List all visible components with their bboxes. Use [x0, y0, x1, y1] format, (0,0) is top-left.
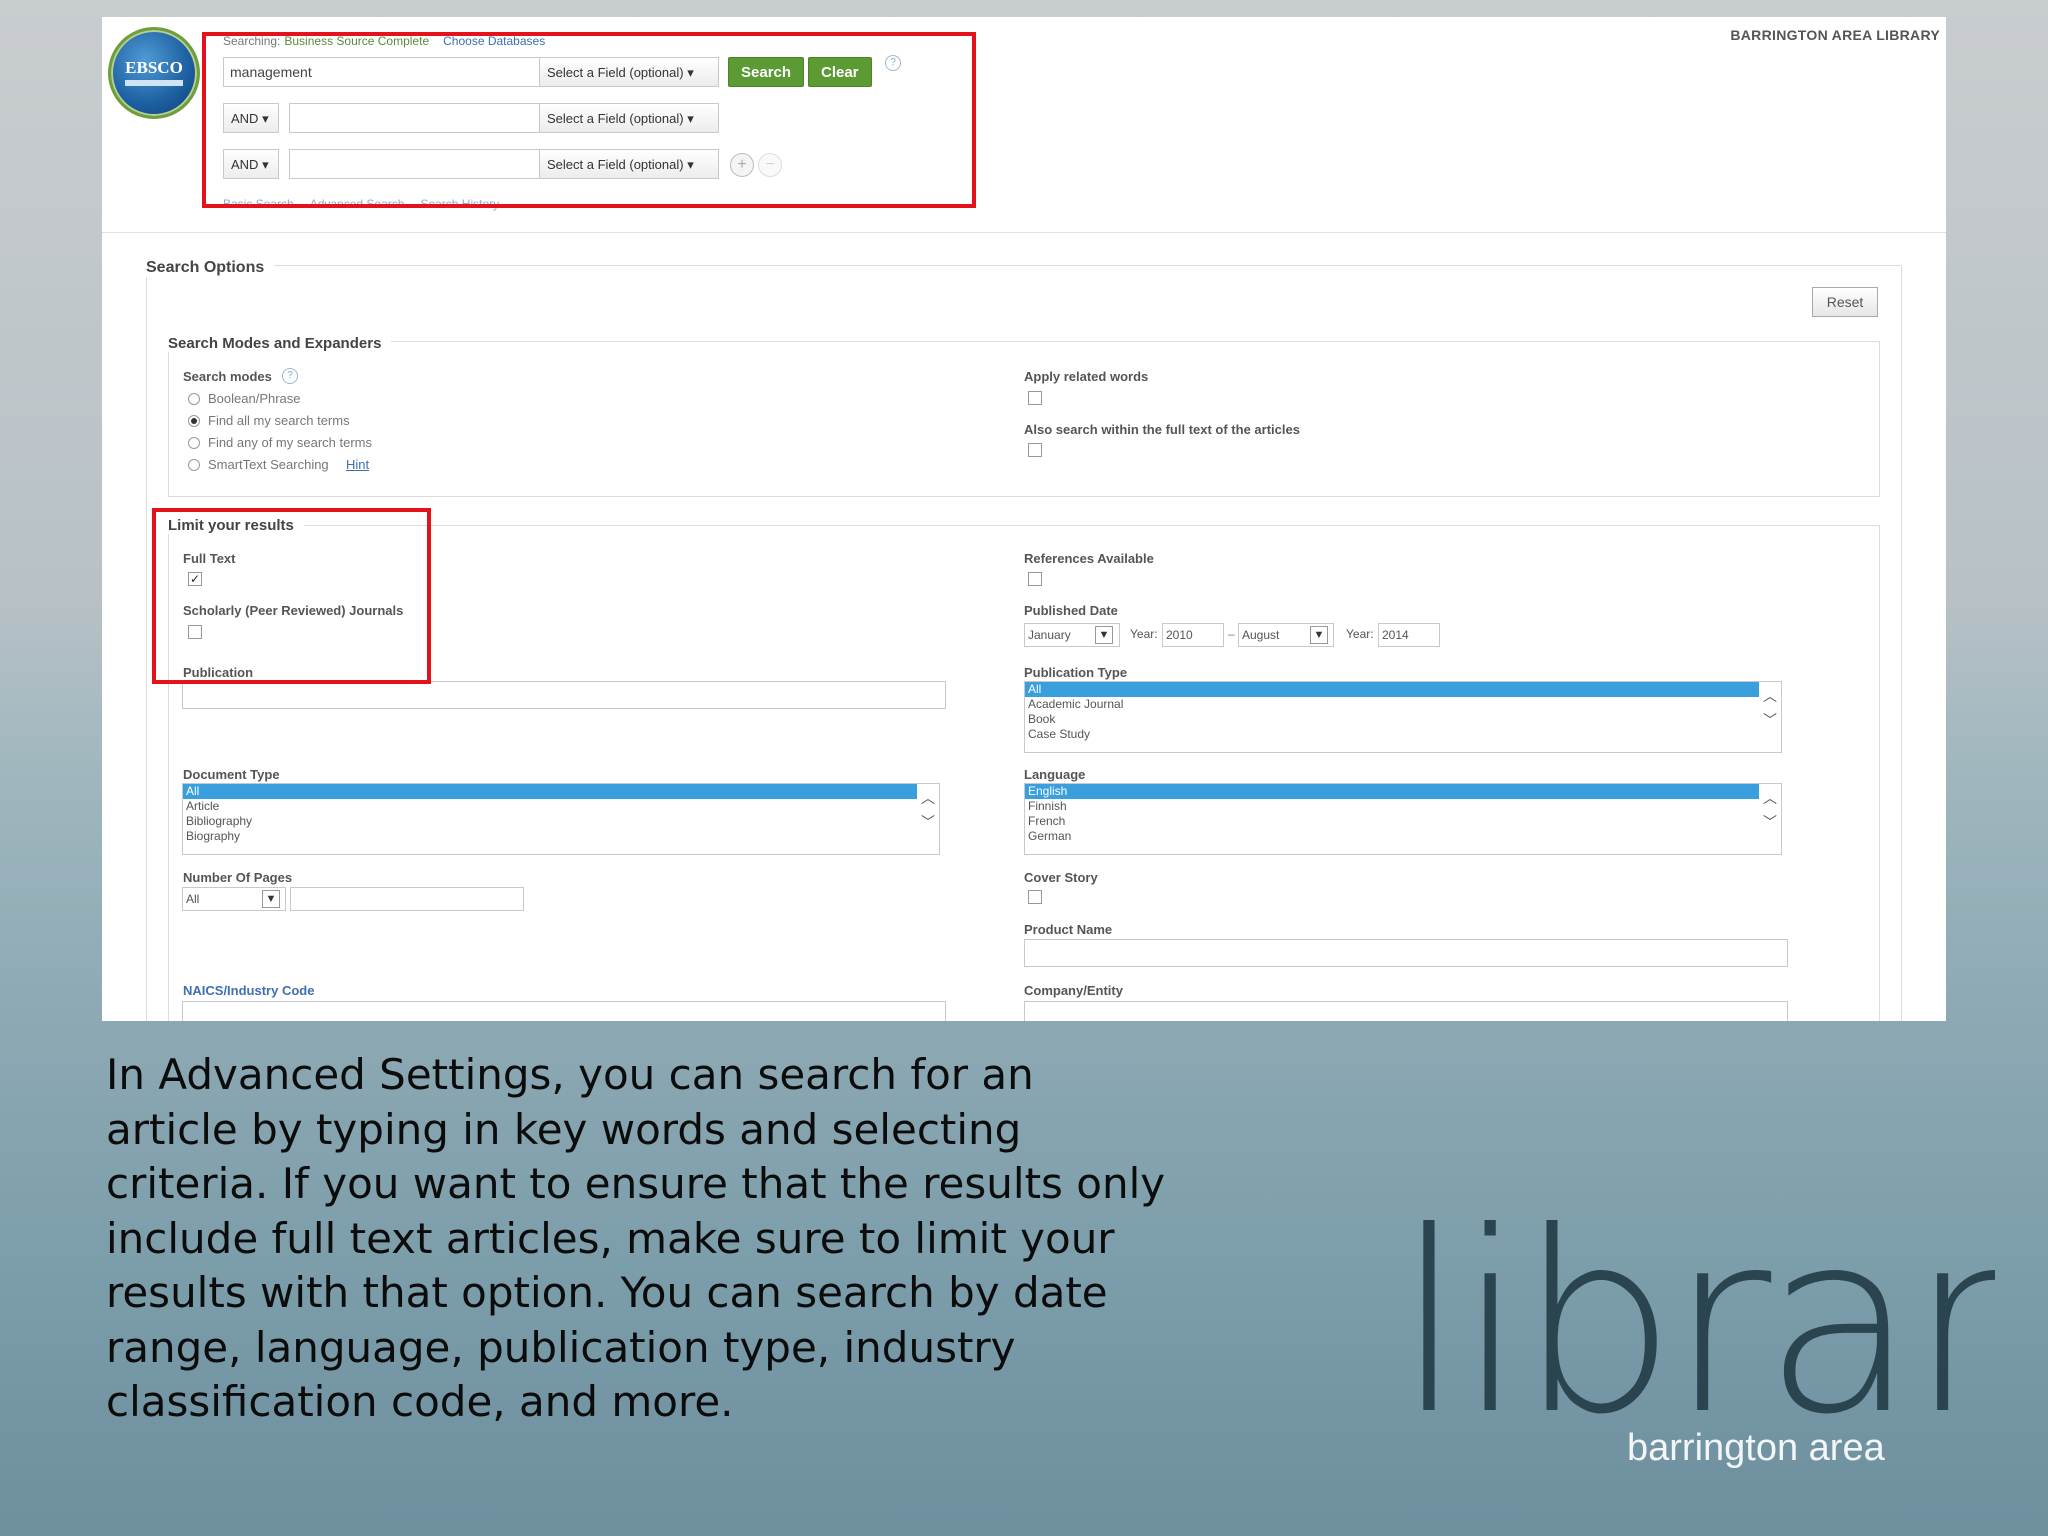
document-type-list[interactable]: All Article Bibliography Biography ︿ ﹀: [182, 783, 940, 855]
brand-subtitle: barrington area: [1627, 1427, 1886, 1469]
mode-find-any-label: Find any of my search terms: [208, 435, 372, 450]
to-year-input[interactable]: 2014: [1378, 623, 1440, 647]
list-item[interactable]: Bibliography: [183, 814, 917, 829]
list-item[interactable]: Finnish: [1025, 799, 1759, 814]
scroll-arrows-icon[interactable]: ︿ ﹀: [1761, 684, 1779, 732]
search-highlight-box: [202, 32, 976, 208]
publication-input[interactable]: [182, 681, 946, 709]
list-item[interactable]: Article: [183, 799, 917, 814]
date-dash: –: [1228, 627, 1235, 641]
from-month-dropdown-icon[interactable]: ▼: [1095, 626, 1113, 644]
barrington-library-logo: library barrington area: [1395, 1180, 1995, 1469]
product-name-input[interactable]: [1024, 939, 1788, 967]
list-item[interactable]: All: [1025, 682, 1759, 697]
radio-boolean[interactable]: [188, 393, 200, 405]
references-checkbox[interactable]: [1028, 572, 1042, 586]
pages-dropdown-icon[interactable]: ▼: [262, 890, 280, 908]
limits-highlight-box: [152, 508, 431, 684]
document-type-label: Document Type: [183, 767, 280, 782]
list-item[interactable]: All: [183, 784, 917, 799]
scroll-arrows-icon[interactable]: ︿ ﹀: [919, 786, 937, 834]
from-year-label: Year:: [1130, 627, 1158, 641]
cover-story-label: Cover Story: [1024, 870, 1098, 885]
scroll-arrows-icon[interactable]: ︿ ﹀: [1761, 786, 1779, 834]
apply-related-label: Apply related words: [1024, 369, 1149, 384]
search-header: EBSCO BARRINGTON AREA LIBRARY Searching:…: [102, 17, 1946, 233]
list-item[interactable]: Book: [1025, 712, 1759, 727]
search-options-title: Search Options: [146, 259, 275, 277]
list-item[interactable]: Academic Journal: [1025, 697, 1759, 712]
product-name-label: Product Name: [1024, 922, 1113, 937]
company-label: Company/Entity: [1024, 983, 1123, 998]
to-month-value: August: [1242, 628, 1280, 642]
naics-link[interactable]: NAICS/Industry Code: [183, 983, 314, 998]
list-item[interactable]: English: [1025, 784, 1759, 799]
ebsco-screenshot: EBSCO BARRINGTON AREA LIBRARY Searching:…: [102, 17, 1946, 1021]
pages-value: All: [186, 892, 200, 906]
list-item[interactable]: Biography: [183, 829, 917, 844]
list-item[interactable]: Case Study: [1025, 727, 1759, 742]
to-year-label: Year:: [1346, 627, 1374, 641]
reset-button[interactable]: Reset: [1812, 287, 1878, 317]
to-month-dropdown-icon[interactable]: ▼: [1310, 626, 1328, 644]
radio-smarttext[interactable]: [188, 459, 200, 471]
pages-input[interactable]: [290, 887, 524, 911]
company-input[interactable]: [1024, 1001, 1788, 1021]
references-label: References Available: [1024, 551, 1154, 566]
radio-find-any[interactable]: [188, 437, 200, 449]
apply-related-checkbox[interactable]: [1028, 391, 1042, 405]
from-year-input[interactable]: 2010: [1162, 623, 1224, 647]
list-item[interactable]: German: [1025, 829, 1759, 844]
modes-help-icon[interactable]: ?: [282, 368, 298, 384]
search-modes-title: Search Modes and Expanders: [168, 335, 392, 352]
slide-caption: In Advanced Settings, you can search for…: [106, 1050, 1166, 1426]
language-label: Language: [1024, 767, 1086, 782]
hint-link[interactable]: Hint: [346, 457, 369, 472]
naics-input[interactable]: [182, 1001, 946, 1021]
also-search-label: Also search within the full text of the …: [1024, 422, 1300, 437]
cover-story-checkbox[interactable]: [1028, 890, 1042, 904]
publication-type-label: Publication Type: [1024, 665, 1128, 680]
also-search-checkbox[interactable]: [1028, 443, 1042, 457]
list-item[interactable]: French: [1025, 814, 1759, 829]
language-list[interactable]: English Finnish French German ︿ ﹀: [1024, 783, 1782, 855]
search-modes-label: Search modes: [183, 369, 272, 384]
mode-boolean-label: Boolean/Phrase: [208, 391, 301, 406]
publication-type-list[interactable]: All Academic Journal Book Case Study ︿ ﹀: [1024, 681, 1782, 753]
published-date-label: Published Date: [1024, 603, 1118, 618]
radio-find-all[interactable]: [188, 415, 200, 427]
from-month-value: January: [1028, 628, 1071, 642]
mode-find-all-label: Find all my search terms: [208, 413, 350, 428]
brand-word: library: [1395, 1180, 1995, 1469]
ebsco-logo[interactable]: EBSCO: [108, 27, 200, 119]
pages-label: Number Of Pages: [183, 870, 293, 885]
library-name: BARRINGTON AREA LIBRARY: [1730, 27, 1940, 43]
logo-text: EBSCO: [125, 58, 183, 77]
mode-smarttext-label: SmartText Searching: [208, 457, 329, 472]
search-modes-panel: [168, 341, 1880, 497]
